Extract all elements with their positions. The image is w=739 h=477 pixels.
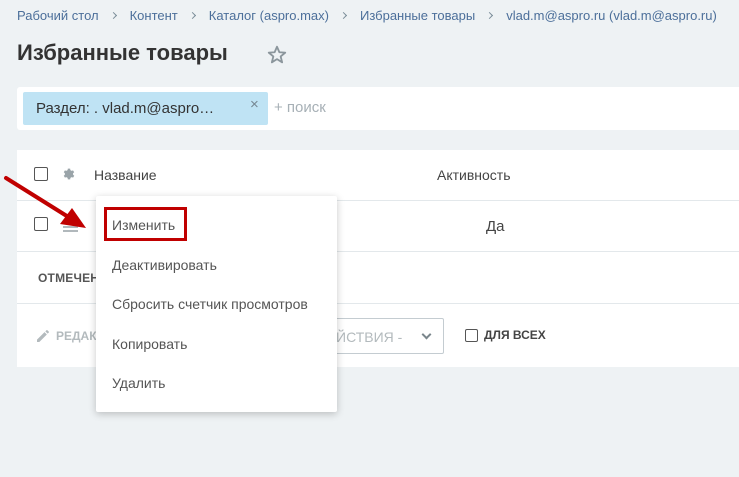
menu-item-deactivate[interactable]: Деактивировать [112, 257, 217, 273]
filter-chip-label: Раздел: . vlad.m@aspro… [36, 100, 215, 117]
breadcrumb-separator-icon [486, 11, 494, 20]
highlight-box [104, 207, 187, 241]
filter-chip-section[interactable]: Раздел: . vlad.m@aspro… [23, 92, 268, 125]
breadcrumb-item-desktop[interactable]: Рабочий стол [17, 8, 99, 23]
for-all-checkbox-box [465, 328, 478, 342]
page-title: Избранные товары [17, 40, 228, 65]
star-icon[interactable] [266, 44, 288, 66]
edit-button-label: РЕДАК [56, 329, 97, 343]
row-active-value: Да [486, 218, 505, 235]
breadcrumb-separator-icon [188, 11, 196, 20]
filter-search-input[interactable]: + поиск [274, 99, 326, 116]
breadcrumb-item-catalog[interactable]: Каталог (aspro.max) [209, 8, 329, 23]
menu-item-reset-views[interactable]: Сбросить счетчик просмотров [112, 296, 308, 312]
chevron-down-icon [421, 329, 432, 340]
pencil-icon [37, 330, 49, 342]
for-all-label: ДЛЯ ВСЕХ [484, 328, 546, 342]
marked-label: ОТМЕЧЕН [38, 271, 100, 285]
menu-item-delete[interactable]: Удалить [112, 375, 165, 391]
breadcrumb-item-content[interactable]: Контент [130, 8, 178, 23]
breadcrumb-item-user[interactable]: vlad.m@aspro.ru (vlad.m@aspro.ru) [506, 8, 717, 23]
breadcrumb-separator-icon [109, 11, 117, 20]
breadcrumb-separator-icon [339, 11, 348, 20]
actions-select-label: ЙСТВИЯ - [336, 329, 403, 345]
column-header-name[interactable]: Название [94, 167, 157, 183]
menu-item-copy[interactable]: Копировать [112, 336, 187, 352]
for-all-checkbox[interactable]: ДЛЯ ВСЕХ [465, 328, 546, 342]
filter-chip-close-icon[interactable]: × [250, 96, 259, 113]
filter-bar: Раздел: . vlad.m@aspro… × + поиск [17, 87, 739, 130]
arrow-icon [4, 176, 86, 228]
breadcrumb-item-favorites[interactable]: Избранные товары [360, 8, 475, 23]
breadcrumb: Рабочий стол Контент Каталог (aspro.max)… [17, 8, 717, 23]
edit-button[interactable]: РЕДАК [35, 328, 97, 344]
column-header-active[interactable]: Активность [437, 167, 511, 183]
